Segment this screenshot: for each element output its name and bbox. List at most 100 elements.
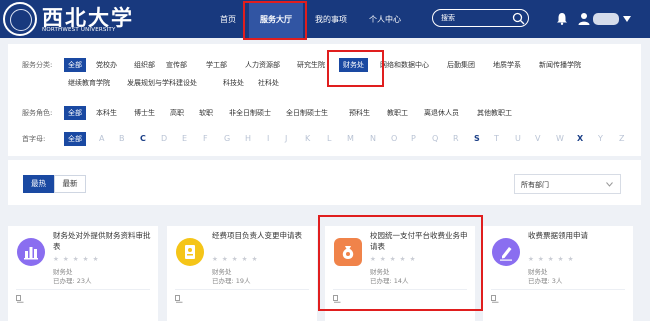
role-item[interactable]: 软职 (199, 108, 213, 118)
initial-letter[interactable]: K (305, 134, 310, 143)
role-item[interactable]: 博士生 (134, 108, 155, 118)
initial-letter[interactable]: N (370, 134, 376, 143)
role-item[interactable]: 教职工 (387, 108, 408, 118)
university-seal-logo[interactable] (3, 2, 37, 36)
initial-letter[interactable]: S (474, 134, 480, 143)
initial-letter[interactable]: X (577, 134, 583, 143)
category-item[interactable]: 组织部 (134, 60, 155, 70)
university-english-name: NORTHWEST UNIVERSITY (42, 27, 116, 33)
card-divider (491, 289, 625, 290)
search-input[interactable] (441, 12, 507, 24)
rating-stars: ★ ★ ★ ★ ★ (212, 255, 259, 263)
service-card[interactable]: 财务处对外提供财务资料审批表 ★ ★ ★ ★ ★ 财务处 已办理: 23人 (8, 226, 158, 321)
tab-newest[interactable]: 最新 (54, 175, 86, 193)
tab-hottest[interactable]: 最热 (23, 175, 54, 193)
category-item[interactable]: 网络和数据中心 (380, 60, 429, 70)
chevron-down-icon (606, 182, 613, 187)
initial-letter[interactable]: P (411, 134, 416, 143)
initial-letter[interactable]: T (494, 134, 499, 143)
category-item[interactable]: 后勤集团 (447, 60, 475, 70)
category-item[interactable]: 学工部 (206, 60, 227, 70)
initial-letter[interactable]: A (99, 134, 104, 143)
initial-letter[interactable]: B (119, 134, 125, 143)
initial-letter[interactable]: D (161, 134, 167, 143)
category-item[interactable]: 研究生院 (297, 60, 325, 70)
card-handled-count: 已办理: 3人 (528, 277, 563, 285)
initial-letter[interactable]: J (285, 134, 287, 143)
initial-letter[interactable]: R (453, 134, 459, 143)
initial-letter[interactable]: Q (432, 134, 438, 143)
category-item[interactable]: 人力资源部 (245, 60, 280, 70)
category-item[interactable]: 发展规划与学科建设处 (127, 78, 197, 88)
rating-stars: ★ ★ ★ ★ ★ (370, 255, 417, 263)
user-name-blurred[interactable] (593, 13, 619, 25)
initial-label: 首字母: (22, 135, 46, 143)
initial-letter[interactable]: G (224, 134, 230, 143)
initial-letter[interactable]: Z (619, 134, 624, 143)
category-item-selected[interactable]: 财务处 (339, 58, 368, 72)
document-icon[interactable] (333, 295, 341, 303)
initial-letter[interactable]: F (203, 134, 208, 143)
rating-stars: ★ ★ ★ ★ ★ (53, 255, 100, 263)
category-item[interactable]: 党校办 (96, 60, 117, 70)
card-divider (16, 289, 150, 290)
role-item[interactable]: 离退休人员 (424, 108, 459, 118)
initial-letter[interactable]: V (535, 134, 540, 143)
category-item[interactable]: 宣传部 (166, 60, 187, 70)
card-divider (333, 289, 467, 290)
initial-letter[interactable]: M (347, 134, 354, 143)
category-label: 服务分类: (22, 61, 53, 69)
initial-letter[interactable]: Y (598, 134, 603, 143)
role-item[interactable]: 本科生 (96, 108, 117, 118)
department-select[interactable]: 所有部门 (514, 174, 621, 194)
card-title[interactable]: 校园统一支付平台收费业务申请表 (370, 230, 470, 252)
role-item[interactable]: 非全日制硕士 (229, 108, 271, 118)
initial-letter[interactable]: L (327, 134, 331, 143)
service-card[interactable]: 经费项目负责人变更申请表 ★ ★ ★ ★ ★ 财务处 已办理: 19人 (167, 226, 317, 321)
card-title[interactable]: 财务处对外提供财务资料审批表 (53, 230, 153, 252)
initial-item-selected[interactable]: 全部 (64, 132, 86, 146)
sort-toolbar: 最热 最新 所有部门 (8, 160, 641, 205)
category-item[interactable]: 全部 (64, 58, 86, 72)
role-item[interactable]: 其他教职工 (477, 108, 512, 118)
category-item[interactable]: 社科处 (258, 78, 279, 88)
search-icon[interactable] (512, 12, 525, 25)
role-item[interactable]: 预科生 (349, 108, 370, 118)
nav-my-items[interactable]: 我的事项 (315, 14, 347, 25)
rating-stars: ★ ★ ★ ★ ★ (528, 255, 575, 263)
bell-icon[interactable] (556, 12, 568, 25)
initial-letter[interactable]: C (140, 134, 146, 143)
document-icon[interactable] (491, 295, 499, 303)
nav-service-hall[interactable]: 服务大厅 (249, 3, 303, 38)
card-handled-count: 已办理: 14人 (370, 277, 409, 285)
nav-home[interactable]: 首页 (220, 14, 236, 25)
top-header: 西北大学 NORTHWEST UNIVERSITY 首页 服务大厅 我的事项 个… (0, 0, 650, 38)
document-icon[interactable] (175, 295, 183, 303)
edit-icon (492, 238, 520, 266)
initial-letter[interactable]: U (515, 134, 521, 143)
service-card[interactable]: 校园统一支付平台收费业务申请表 ★ ★ ★ ★ ★ 财务处 已办理: 14人 (325, 226, 475, 321)
card-divider (175, 289, 309, 290)
card-handled-count: 已办理: 19人 (212, 277, 251, 285)
role-item[interactable]: 高职 (170, 108, 184, 118)
service-card[interactable]: 收费票据领用申请 ★ ★ ★ ★ ★ 财务处 已办理: 3人 (483, 226, 633, 321)
document-icon[interactable] (16, 295, 24, 303)
category-item[interactable]: 继续教育学院 (68, 78, 110, 88)
card-title[interactable]: 经费项目负责人变更申请表 (212, 230, 312, 241)
initial-letter[interactable]: H (245, 134, 251, 143)
initial-letter[interactable]: W (556, 134, 564, 143)
initial-letter[interactable]: I (267, 134, 269, 143)
initial-letter[interactable]: O (391, 134, 397, 143)
role-item-selected[interactable]: 全部 (64, 106, 86, 120)
category-item[interactable]: 新闻传播学院 (539, 60, 581, 70)
role-item[interactable]: 全日制硕士生 (286, 108, 328, 118)
initial-letter[interactable]: E (182, 134, 187, 143)
building-icon (17, 238, 45, 266)
nav-personal-center[interactable]: 个人中心 (369, 14, 401, 25)
user-icon[interactable] (578, 12, 590, 25)
card-title[interactable]: 收费票据领用申请 (528, 230, 628, 241)
chevron-down-icon[interactable] (623, 16, 631, 22)
category-item[interactable]: 地质学系 (493, 60, 521, 70)
category-item[interactable]: 科技处 (223, 78, 244, 88)
id-badge-icon (176, 238, 204, 266)
